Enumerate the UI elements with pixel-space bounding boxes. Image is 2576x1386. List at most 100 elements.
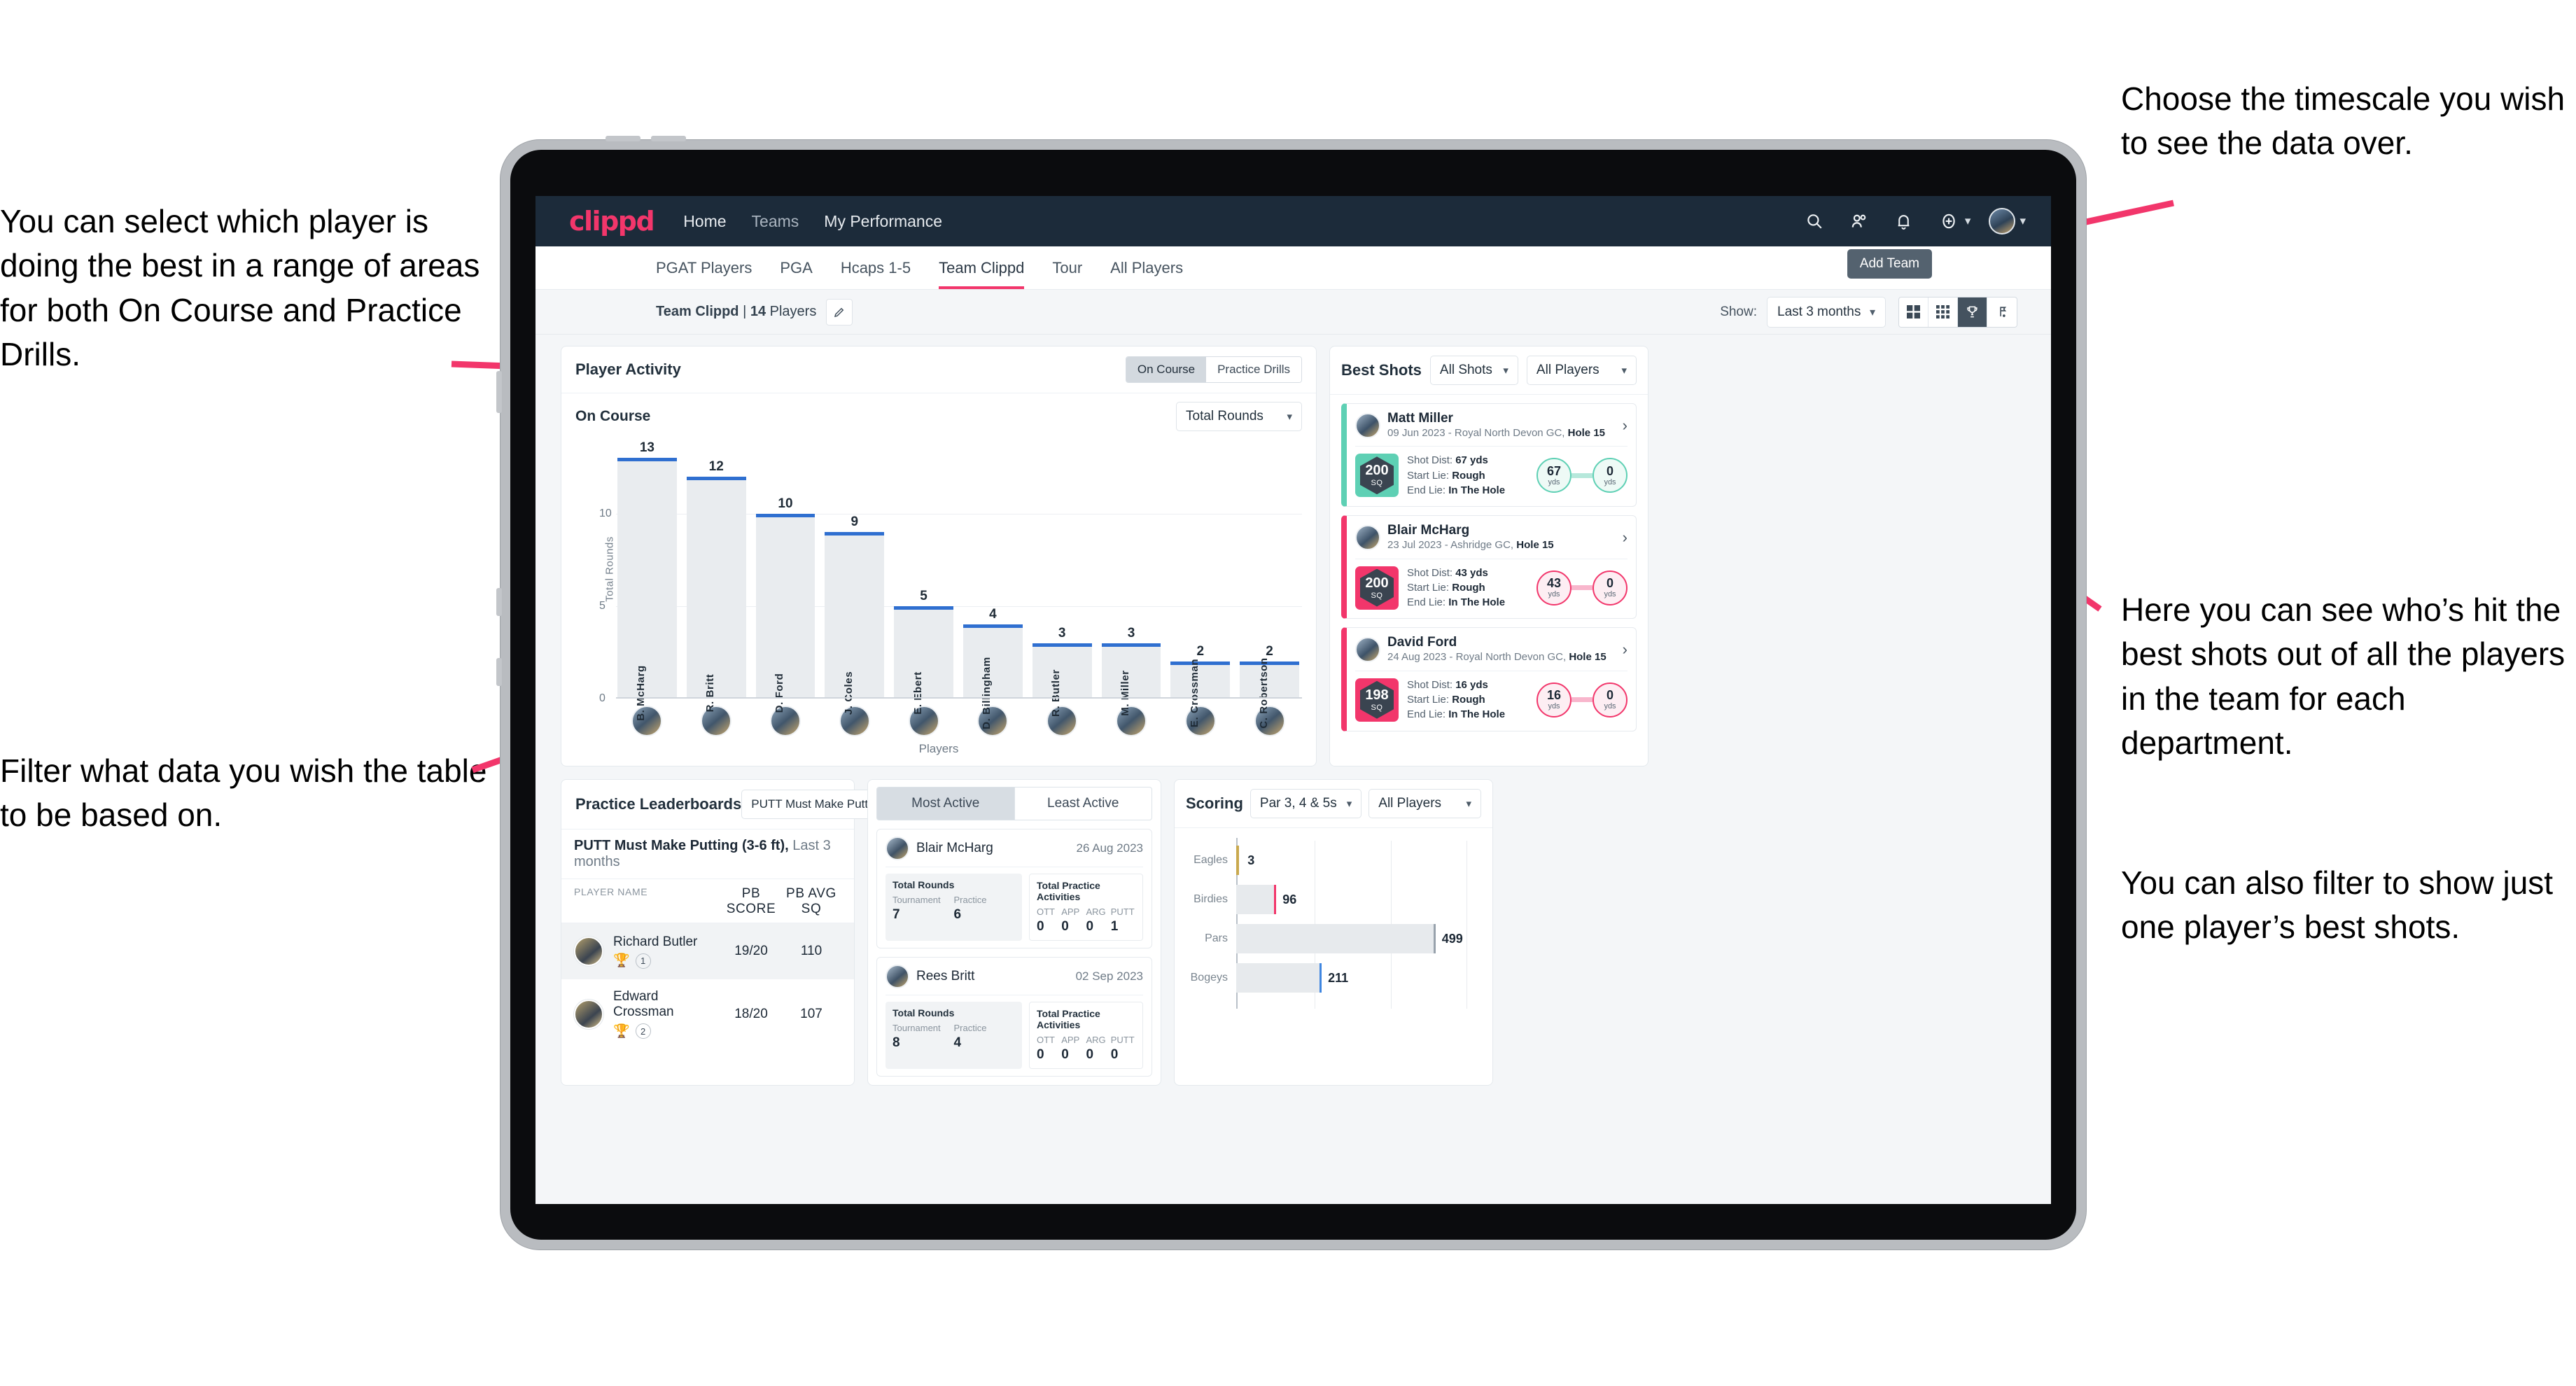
plus-chevron-down-icon[interactable]: ▾ xyxy=(1965,214,1971,228)
bar[interactable]: 13 B. McHarg xyxy=(617,440,677,721)
nav-link-my-performance[interactable]: My Performance xyxy=(824,212,942,231)
bar-column[interactable]: 3 R. Butler xyxy=(1032,440,1092,717)
metric-select[interactable]: Total Rounds ▾ xyxy=(1176,402,1302,431)
rounds-value: 4 xyxy=(953,1035,962,1050)
grid-small-view-icon[interactable] xyxy=(1928,297,1958,327)
shot-end-distance: 0 yds xyxy=(1592,458,1628,493)
shot-end-distance: 0 yds xyxy=(1592,682,1628,718)
bar[interactable]: 3 M. Miller xyxy=(1101,626,1161,716)
avatar[interactable] xyxy=(886,965,909,988)
bar-column[interactable]: 3 M. Miller xyxy=(1101,440,1161,716)
tab-all-players[interactable]: All Players xyxy=(1110,246,1183,289)
grid-large-view-icon[interactable] xyxy=(1899,297,1928,327)
search-icon[interactable] xyxy=(1802,209,1826,233)
chevron-right-icon[interactable]: › xyxy=(1623,640,1628,659)
bar-column[interactable]: 2 E. Crossman xyxy=(1170,440,1231,727)
avatar[interactable] xyxy=(574,999,603,1029)
rank-badges: 🏆 1 xyxy=(613,953,721,969)
user-avatar[interactable] xyxy=(1989,208,2016,234)
scoring-player-filter[interactable]: All Players ▾ xyxy=(1368,789,1481,818)
bar[interactable]: 3 R. Butler xyxy=(1032,626,1092,717)
nav-link-teams[interactable]: Teams xyxy=(752,212,799,231)
bar[interactable]: 9 J. Coles xyxy=(825,514,885,715)
pencil-icon[interactable] xyxy=(826,298,853,326)
bar[interactable]: 4 D. Billingham xyxy=(962,607,1023,729)
practice-leaderboards-card: Practice Leaderboards PUTT Must Make Put… xyxy=(561,779,923,1086)
bar[interactable]: 10 D. Ford xyxy=(755,496,816,713)
scoring-row[interactable]: Eagles 3 xyxy=(1186,841,1481,880)
list-item[interactable]: Blair McHarg 26 Aug 2023 Total Rounds Tourn… xyxy=(876,829,1152,948)
avatar[interactable] xyxy=(1355,637,1380,663)
timescale-select[interactable]: Last 3 months ▾ xyxy=(1767,296,1886,328)
user-chevron-down-icon[interactable]: ▾ xyxy=(2019,214,2026,228)
best-shot-item[interactable]: David Ford 24 Aug 2023 - Royal North Devo… xyxy=(1341,627,1637,732)
bar[interactable]: 2 C. Robertson xyxy=(1240,644,1299,729)
table-row[interactable]: Edward Crossman 🏆 2 18/20 107 xyxy=(561,979,854,1049)
chevron-right-icon[interactable]: › xyxy=(1623,416,1628,435)
tab-pgat-players[interactable]: PGAT Players xyxy=(656,246,752,289)
scoring-card: Scoring Par 3, 4 & 5s ▾ All Players ▾ Ea… xyxy=(1174,779,1493,1086)
bar-category-label: M. Miller xyxy=(1119,670,1131,716)
chevron-right-icon[interactable]: › xyxy=(1623,528,1628,547)
best-shots-shot-filter[interactable]: All Shots ▾ xyxy=(1429,356,1518,385)
end-lie-value: In The Hole xyxy=(1448,484,1506,496)
people-icon[interactable] xyxy=(1847,209,1871,233)
trophy-view-icon[interactable] xyxy=(1958,297,1987,327)
scoring-row[interactable]: Pars 499 xyxy=(1186,919,1481,958)
app-screen: clippd Home Teams My Performance ▾ ▾ PGA… xyxy=(536,196,2051,1204)
tablet-button-volume-down xyxy=(651,136,686,141)
tab-tour[interactable]: Tour xyxy=(1052,246,1082,289)
list-item[interactable]: Rees Britt 02 Sep 2023 Total Rounds Tournam… xyxy=(876,957,1152,1077)
bar-column[interactable]: 13 B. McHarg xyxy=(617,440,677,721)
shot-player-name: David Ford xyxy=(1387,635,1457,650)
bar[interactable]: 2 E. Crossman xyxy=(1170,644,1231,727)
clippd-logo[interactable]: clippd xyxy=(569,206,655,237)
shot-header: Matt Miller 09 Jun 2023 - Royal North Dev… xyxy=(1355,411,1628,440)
activity-date: 02 Sep 2023 xyxy=(1075,969,1143,983)
player-filter-value: All Players xyxy=(1536,363,1600,377)
bar[interactable]: 5 E. Ebert xyxy=(894,589,953,715)
scoring-bar[interactable] xyxy=(1236,846,1240,875)
scoring-bar[interactable] xyxy=(1236,924,1436,953)
bar-column[interactable]: 9 J. Coles xyxy=(825,440,885,715)
bell-icon[interactable] xyxy=(1892,209,1916,233)
table-row[interactable]: Richard Butler 🏆 1 19/20 110 xyxy=(561,923,854,979)
tab-least-active[interactable]: Least Active xyxy=(1014,787,1152,820)
player-avatar-wrap xyxy=(963,706,1023,736)
bar-column[interactable]: 2 C. Robertson xyxy=(1240,440,1299,729)
start-lie-value: Rough xyxy=(1452,694,1485,706)
tab-most-active[interactable]: Most Active xyxy=(876,787,1015,820)
bar-column[interactable]: 4 D. Billingham xyxy=(962,440,1023,729)
scoring-category-label: Pars xyxy=(1205,932,1228,944)
scoring-bar[interactable] xyxy=(1236,963,1322,993)
best-shot-item[interactable]: Blair McHarg 23 Jul 2023 - Ashridge GC, H… xyxy=(1341,515,1637,620)
activity-item-header: Blair McHarg 26 Aug 2023 xyxy=(886,836,1143,860)
avatar[interactable] xyxy=(574,937,603,966)
scoring-row[interactable]: Bogeys 211 xyxy=(1186,958,1481,997)
segment-on-course[interactable]: On Course xyxy=(1126,357,1207,382)
best-shot-item[interactable]: Matt Miller 09 Jun 2023 - Royal North Dev… xyxy=(1341,403,1637,507)
plus-circle-icon[interactable] xyxy=(1937,209,1961,233)
segment-practice-drills[interactable]: Practice Drills xyxy=(1206,357,1301,382)
column-player-name: PLAYER NAME xyxy=(574,886,648,897)
tab-team-clippd[interactable]: Team Clippd xyxy=(939,246,1025,289)
bar-column[interactable]: 5 E. Ebert xyxy=(894,440,953,715)
avatar[interactable] xyxy=(886,836,909,860)
bar-column[interactable]: 12 R. Britt xyxy=(686,440,746,712)
best-shots-player-filter[interactable]: All Players ▾ xyxy=(1526,356,1637,385)
avatar[interactable] xyxy=(1355,412,1380,438)
team-player-count: 14 xyxy=(750,304,766,319)
scoring-bar[interactable] xyxy=(1236,885,1277,914)
scoring-par-filter[interactable]: Par 3, 4 & 5s ▾ xyxy=(1250,789,1362,818)
bar-column[interactable]: 10 D. Ford xyxy=(755,440,816,713)
nav-link-home[interactable]: Home xyxy=(683,212,726,231)
bar[interactable]: 12 R. Britt xyxy=(686,459,746,712)
scoring-row[interactable]: Birdies 96 xyxy=(1186,880,1481,919)
shot-details: Shot Dist: 16 yds Start Lie: Rough End Lie… xyxy=(1407,678,1505,722)
flag-view-icon[interactable] xyxy=(1987,298,2017,327)
tab-pga[interactable]: PGA xyxy=(780,246,812,289)
avatar[interactable] xyxy=(1355,524,1380,550)
tab-hcaps-1-5[interactable]: Hcaps 1-5 xyxy=(841,246,911,289)
team-players-word: Players xyxy=(766,304,817,319)
total-practice-title: Total Practice Activities xyxy=(1037,1008,1100,1030)
